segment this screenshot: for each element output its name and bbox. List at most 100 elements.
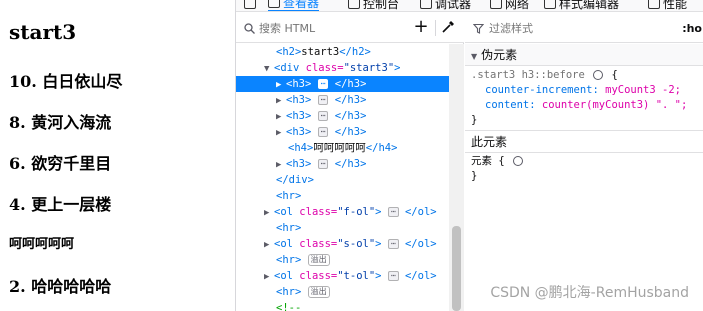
filter-styles-input[interactable]: [489, 22, 639, 35]
ellipsis-badge[interactable]: ⋯: [317, 127, 329, 137]
element-options-icon[interactable]: [512, 156, 523, 166]
collapse-toggle-icon[interactable]: ▶: [276, 93, 286, 109]
markup-node-hr[interactable]: <hr>: [276, 220, 301, 236]
decl-content[interactable]: content: counter(myCount3) ". ";: [471, 98, 703, 113]
tag-gt: >: [394, 62, 401, 74]
markup-node-comment[interactable]: <!--: [276, 300, 301, 311]
attr-value: "t-ol": [337, 270, 376, 282]
pseudo-rule: .start3 h3::before { counter-increment: …: [465, 68, 703, 128]
markup-node-h3[interactable]: ▶ <h3> ⋯ </h3>: [276, 92, 366, 108]
attr-value: "s-ol": [337, 238, 376, 250]
poem-line-2: 8. 黄河入海流: [9, 113, 112, 132]
poem-line-5: 2. 哈哈哈哈哈: [9, 277, 112, 296]
expand-toggle-icon[interactable]: ▼: [264, 61, 274, 77]
collapse-toggle-icon[interactable]: ▶: [264, 205, 274, 221]
element-selector[interactable]: 元素: [471, 155, 492, 167]
decl-counter-increment[interactable]: counter-increment: myCount3 -2;: [471, 83, 703, 98]
search-html-input[interactable]: [259, 21, 399, 35]
pseudo-elements-header[interactable]: ▼ 伪元素: [465, 44, 703, 66]
tab-style-editor[interactable]: 样式编辑器: [544, 0, 620, 11]
attr-value: "start3": [343, 62, 395, 74]
markup-node-h3-selected[interactable]: ▶ <h3> ⋯ </h3>: [236, 76, 449, 92]
decl-value[interactable]: counter(myCount3) ". ";: [542, 99, 687, 111]
rule-selector[interactable]: .start3 h3::before: [471, 69, 585, 81]
eyedropper-icon[interactable]: [440, 19, 456, 35]
ellipsis-badge[interactable]: ⋯: [387, 207, 399, 217]
markup-node-div-start3[interactable]: ▼ <div class="start3">: [264, 60, 400, 76]
collapse-toggle-icon[interactable]: ▶: [264, 269, 274, 285]
scrollbar-thumb[interactable]: [452, 226, 461, 311]
search-icon: [244, 22, 255, 34]
markup-node-h4[interactable]: <h4>呵呵呵呵呵</h4>: [288, 140, 397, 156]
tag-open: <ol: [274, 238, 293, 250]
tab-network[interactable]: 网络: [490, 0, 530, 11]
markup-node-ol-f[interactable]: ▶ <ol class="f-ol"> ⋯ </ol>: [264, 204, 437, 220]
ellipsis-badge[interactable]: ⋯: [317, 111, 329, 121]
collapse-toggle-icon[interactable]: ▶: [276, 125, 286, 141]
rules-panel: :ho ▼伪元素 .start3 h3::before { counter-in…: [465, 13, 703, 311]
decl-property[interactable]: content:: [485, 99, 536, 111]
tag-open: <ol: [274, 206, 293, 218]
markup-node-div-close[interactable]: </div>: [276, 172, 314, 188]
rule-brace-open: {: [498, 155, 505, 167]
decl-property[interactable]: counter-increment:: [485, 84, 599, 96]
poem-line-1: 10. 白日依山尽: [9, 72, 123, 91]
collapse-toggle-icon[interactable]: ▶: [276, 157, 286, 173]
collapse-toggle-icon[interactable]: ▶: [276, 77, 286, 93]
tab-console[interactable]: 控制台: [348, 0, 400, 11]
tab-network-label: 网络: [505, 0, 530, 11]
markup-node-hr[interactable]: <hr>: [276, 188, 301, 204]
markup-search: [236, 18, 406, 38]
tab-inspector[interactable]: 查看器: [268, 0, 320, 11]
tag-close: </ol>: [404, 238, 437, 250]
element-picker-tab[interactable]: [244, 0, 256, 11]
markup-node-h3[interactable]: ▶ <h3> ⋯ </h3>: [276, 108, 366, 124]
markup-node-h3[interactable]: ▶ <h3> ⋯ </h3>: [276, 156, 366, 172]
add-node-button[interactable]: +: [412, 18, 430, 36]
markup-node-ol-t[interactable]: ▶ <ol class="t-ol"> ⋯ </ol>: [264, 268, 437, 284]
tag-close: </h3>: [334, 94, 367, 106]
rule-options-icon[interactable]: [593, 70, 604, 80]
ellipsis-badge[interactable]: ⋯: [317, 159, 329, 169]
tab-performance[interactable]: 性能: [648, 0, 687, 11]
markup-scrollbar[interactable]: [449, 44, 464, 311]
poem-line-3: 6. 欲穷千里目: [9, 154, 112, 173]
devtools-panel: 查看器 控制台 调试器 网络 样式编辑器 性能 搜索 HTML + <h2>st…: [235, 0, 703, 311]
markup-tree: <h2>start3</h2> ▼ <div class="start3"> ▶ <…: [236, 44, 449, 311]
hov-toggle-button[interactable]: :ho: [682, 22, 702, 35]
tab-inspector-label: 查看器: [283, 0, 320, 10]
tag-open: <h3>: [286, 110, 312, 122]
tag-open: <h3>: [286, 158, 312, 170]
this-element-header: 此元素: [465, 131, 703, 153]
attr-name: class=: [305, 62, 344, 74]
overflow-badge[interactable]: 溢出: [307, 254, 330, 266]
tag-open: <h3>: [286, 78, 312, 90]
markup-node-h2[interactable]: <h2>start3</h2>: [276, 44, 371, 60]
markup-node-hr-overflow[interactable]: <hr> 溢出: [276, 252, 330, 268]
tab-style-editor-label: 样式编辑器: [559, 0, 620, 11]
tag-open: <h2>: [276, 46, 302, 58]
ellipsis-badge[interactable]: ⋯: [317, 95, 329, 105]
ellipsis-badge[interactable]: ⋯: [317, 79, 329, 89]
markup-node-h3[interactable]: ▶ <h3> ⋯ </h3>: [276, 124, 366, 140]
tab-console-label: 控制台: [363, 0, 400, 11]
ellipsis-badge[interactable]: ⋯: [387, 239, 399, 249]
tab-debugger[interactable]: 调试器: [420, 0, 471, 11]
decl-value[interactable]: myCount3 -2;: [605, 84, 681, 96]
overflow-badge[interactable]: 溢出: [307, 286, 330, 298]
tag-text: start3: [301, 46, 340, 58]
tag-close: </h3>: [334, 126, 367, 138]
console-icon: [348, 0, 360, 9]
ellipsis-badge[interactable]: ⋯: [387, 271, 399, 281]
this-element-label: 此元素: [471, 135, 508, 149]
pseudo-elements-label: 伪元素: [481, 48, 518, 62]
collapse-toggle-icon[interactable]: ▶: [264, 237, 274, 253]
markup-node-ol-s[interactable]: ▶ <ol class="s-ol"> ⋯ </ol>: [264, 236, 437, 252]
markup-panel: + <h2>start3</h2> ▼<div class="start3"> …: [236, 13, 464, 311]
tag-close: </h3>: [334, 110, 367, 122]
watermark: CSDN @鹏北海-RemHusband: [490, 285, 689, 301]
markup-node-hr-overflow[interactable]: <hr> 溢出: [276, 284, 330, 300]
tag-open: <h3>: [286, 126, 312, 138]
collapse-toggle-icon[interactable]: ▶: [276, 109, 286, 125]
attr-name: class=: [299, 206, 338, 218]
